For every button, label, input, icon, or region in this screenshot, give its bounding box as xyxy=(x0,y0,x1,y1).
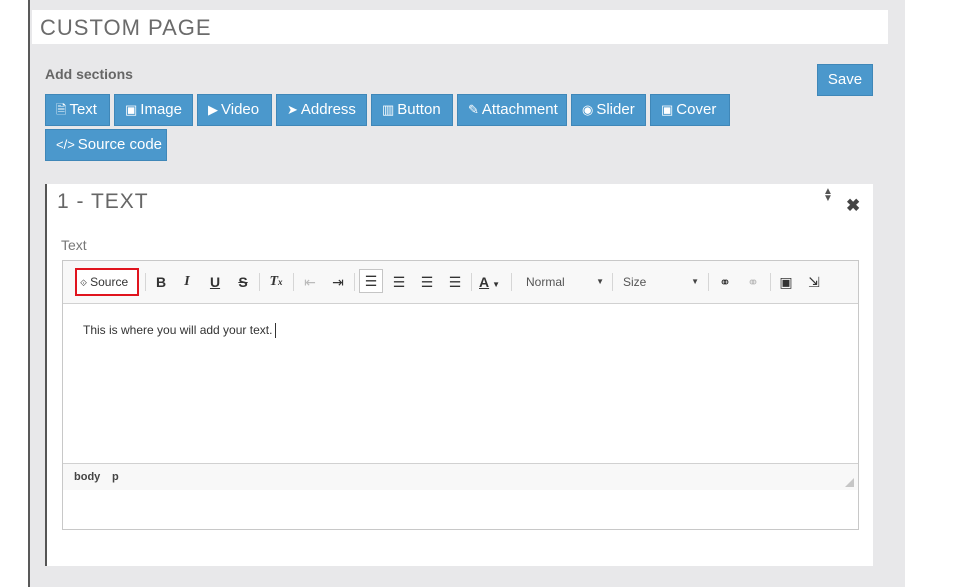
justify-icon[interactable]: ☰ xyxy=(446,271,464,293)
editor-content[interactable]: This is where you will add your text. xyxy=(83,323,277,339)
sort-icon[interactable]: ▲ ▼ xyxy=(823,187,833,204)
add-cover-button[interactable]: ▣ Cover xyxy=(650,94,730,126)
barcode-icon: ▥ xyxy=(382,102,395,117)
add-image-button[interactable]: ▣ Image xyxy=(114,94,193,126)
add-text-button[interactable]: 🗎 Text xyxy=(45,94,110,126)
outdent-icon[interactable]: ⇤ xyxy=(301,271,319,293)
toolbar-separator xyxy=(293,273,294,291)
chevron-down-icon: ▼ xyxy=(691,277,699,286)
chevron-down-icon: ▼ xyxy=(596,277,604,286)
text-section: 1 - TEXT ▲ ▼ ✖ Text ⟐ Source B I U S Tx ⇤ … xyxy=(45,184,873,566)
source-button[interactable]: ⟐ Source xyxy=(75,268,139,296)
page-title-bar: CUSTOM PAGE xyxy=(32,10,888,44)
add-button-button[interactable]: ▥ Button xyxy=(371,94,453,126)
image-icon: ▣ xyxy=(125,102,138,117)
section-title: 1 - TEXT xyxy=(57,190,149,213)
format-select[interactable]: Normal ▼ xyxy=(526,271,604,293)
editor-statusbar: body p xyxy=(63,463,858,490)
strikethrough-icon[interactable]: S xyxy=(235,271,251,293)
text-field-label: Text xyxy=(61,237,87,253)
page-title: CUSTOM PAGE xyxy=(40,15,212,40)
text-color-icon[interactable]: A ▼ xyxy=(479,271,505,293)
file-text-icon: 🗎 xyxy=(56,102,67,117)
unlink-icon[interactable]: ⚭ xyxy=(743,271,763,293)
add-attachment-button[interactable]: ✎ Attachment xyxy=(457,94,567,126)
italic-icon[interactable]: I xyxy=(179,271,195,293)
picture-icon: ▣ xyxy=(661,102,674,117)
add-address-button[interactable]: ➤ Address xyxy=(276,94,367,126)
text-cursor xyxy=(275,323,277,339)
toolbar-separator xyxy=(259,273,260,291)
close-icon[interactable]: ✖ xyxy=(846,196,860,216)
toolbar-separator xyxy=(612,273,613,291)
rich-text-editor: ⟐ Source B I U S Tx ⇤ ⇥ ☰ ☰ ☰ ☰ A ▼ Normal… xyxy=(62,260,859,530)
align-left-icon[interactable]: ☰ xyxy=(359,269,383,293)
element-path-body[interactable]: body xyxy=(74,471,100,483)
save-button[interactable]: Save xyxy=(817,64,873,96)
source-icon: ⟐ xyxy=(80,278,88,288)
add-video-button[interactable]: ▶ Video xyxy=(197,94,272,126)
toolbar-separator xyxy=(145,273,146,291)
size-select[interactable]: Size ▼ xyxy=(623,271,699,293)
video-file-icon: ▶ xyxy=(208,102,218,117)
align-right-icon[interactable]: ☰ xyxy=(418,271,436,293)
add-slider-button[interactable]: ◉ Slider xyxy=(571,94,646,126)
toolbar-separator xyxy=(471,273,472,291)
play-circle-icon: ◉ xyxy=(582,102,594,117)
code-icon: </> xyxy=(56,137,75,152)
element-path-p[interactable]: p xyxy=(112,471,119,483)
resize-handle[interactable] xyxy=(845,478,854,487)
maximize-icon[interactable]: ⇲ xyxy=(804,271,824,293)
insert-image-icon[interactable]: ▣ xyxy=(776,271,796,293)
location-arrow-icon: ➤ xyxy=(287,102,298,117)
indent-icon[interactable]: ⇥ xyxy=(329,271,347,293)
remove-format-icon[interactable]: Tx xyxy=(266,271,286,293)
add-source-code-button[interactable]: </> Source code xyxy=(45,129,167,161)
bold-icon[interactable]: B xyxy=(153,271,169,293)
add-sections-label: Add sections xyxy=(45,66,133,82)
toolbar-separator xyxy=(708,273,709,291)
link-icon[interactable]: ⚭ xyxy=(715,271,735,293)
underline-icon[interactable]: U xyxy=(207,271,223,293)
toolbar-separator xyxy=(354,273,355,291)
toolbar-separator xyxy=(770,273,771,291)
align-center-icon[interactable]: ☰ xyxy=(390,271,408,293)
toolbar-separator xyxy=(511,273,512,291)
paperclip-icon: ✎ xyxy=(468,102,479,117)
editor-toolbar: ⟐ Source B I U S Tx ⇤ ⇥ ☰ ☰ ☰ ☰ A ▼ Normal… xyxy=(63,261,858,304)
